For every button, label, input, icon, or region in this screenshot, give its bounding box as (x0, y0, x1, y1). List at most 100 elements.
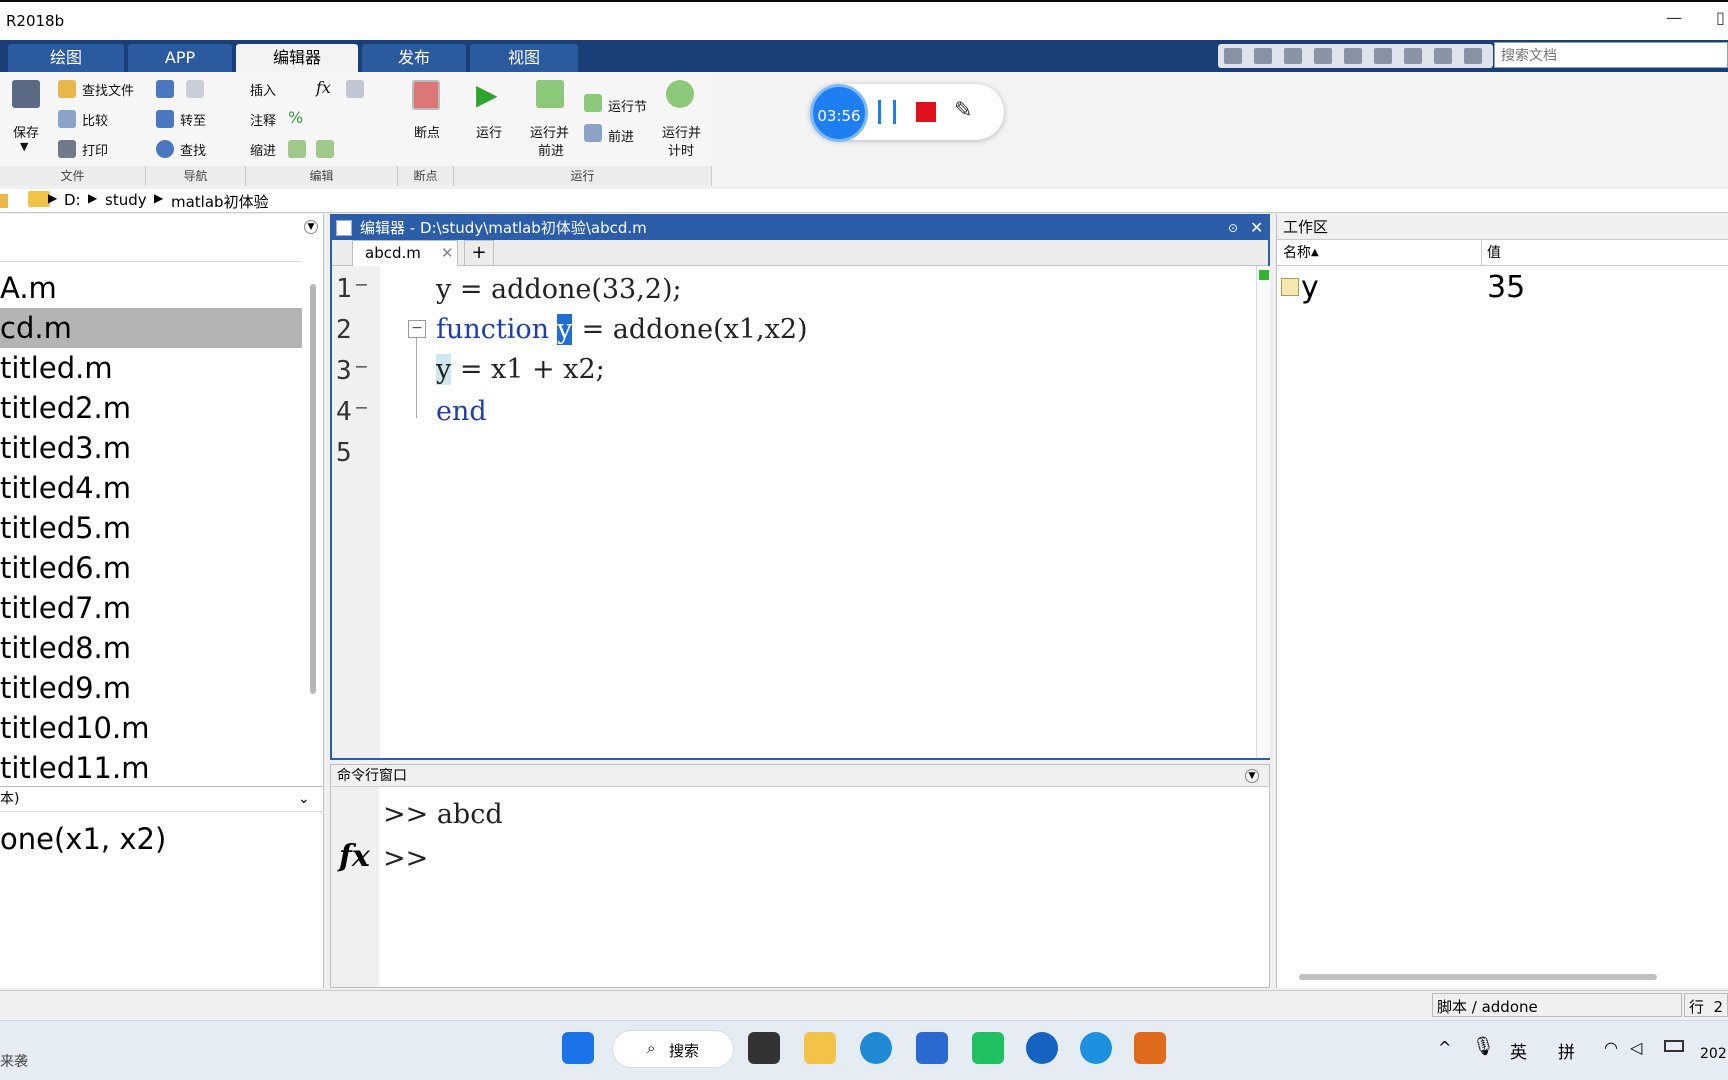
breakpoint-marker[interactable]: — (356, 356, 367, 377)
insert-button[interactable]: 插入 (250, 80, 276, 99)
paste-icon[interactable] (1314, 48, 1332, 64)
goto-icon[interactable] (156, 110, 174, 128)
run-advance-icon[interactable] (536, 80, 564, 108)
cut-icon[interactable] (1254, 48, 1272, 64)
advance-button[interactable]: 前进 (608, 126, 634, 145)
print-icon[interactable] (58, 140, 76, 158)
store-icon[interactable] (916, 1032, 948, 1064)
tab-plots[interactable]: 绘图 (8, 44, 124, 72)
app-icon[interactable] (1026, 1032, 1058, 1064)
run-advance-button[interactable]: 运行并 (530, 122, 569, 141)
tab-editor[interactable]: 编辑器 (236, 44, 358, 72)
maximize-icon[interactable]: ▯ (1716, 8, 1728, 27)
file-item[interactable]: cd.m (0, 308, 302, 348)
file-item[interactable]: titled6.m (0, 548, 302, 588)
breakpoint-marker[interactable]: — (356, 397, 367, 418)
file-item[interactable]: titled8.m (0, 628, 302, 668)
breakpoint-marker[interactable]: — (356, 274, 367, 295)
clock[interactable]: 202 (1700, 1046, 1728, 1062)
battery-icon[interactable] (1664, 1040, 1684, 1052)
path-segment-folder[interactable]: matlab初体验 (171, 191, 269, 212)
ime-pinyin[interactable]: 拼 (1558, 1038, 1575, 1063)
volume-icon[interactable]: ◁ (1630, 1038, 1642, 1057)
run-and-time-icon[interactable] (666, 80, 694, 108)
file-item[interactable]: titled10.m (0, 708, 302, 748)
task-view-icon[interactable] (748, 1032, 780, 1064)
undo-icon[interactable] (1344, 48, 1362, 64)
find-icon[interactable] (156, 140, 174, 158)
run-section-button[interactable]: 运行节 (608, 96, 647, 115)
fold-toggle-icon[interactable]: − (408, 320, 426, 338)
goto-button[interactable]: 转至 (180, 110, 206, 129)
file-item[interactable]: A.m (0, 268, 302, 308)
name-column-header[interactable]: 名称 (1283, 240, 1311, 266)
run-icon[interactable]: ▶ (476, 78, 498, 111)
panel-menu-icon[interactable]: ▼ (304, 220, 318, 234)
stop-icon[interactable] (916, 102, 936, 122)
workspace-hscrollbar[interactable] (1299, 974, 1657, 980)
close-tab-icon[interactable]: ✕ (441, 241, 454, 265)
tab-apps[interactable]: APP (128, 44, 232, 72)
file-item[interactable]: titled2.m (0, 388, 302, 428)
save-icon[interactable] (1224, 48, 1242, 64)
start-icon[interactable] (562, 1032, 594, 1064)
file-item[interactable]: titled7.m (0, 588, 302, 628)
new-tab-button[interactable]: + (464, 240, 494, 266)
microphone-icon[interactable]: 🎙 (1472, 1036, 1495, 1057)
breakpoint-icon[interactable] (412, 80, 440, 110)
workspace-row[interactable]: y 35 (1277, 270, 1728, 306)
file-item[interactable]: titled11.m (0, 748, 302, 783)
save-icon[interactable] (12, 80, 40, 108)
file-item[interactable]: titled.m (0, 348, 302, 388)
indent-button[interactable]: 缩进 (250, 140, 276, 159)
find-files-icon[interactable] (58, 80, 76, 98)
file-item[interactable]: titled5.m (0, 508, 302, 548)
matlab-icon[interactable] (1134, 1032, 1166, 1064)
code-area[interactable]: y = addone(33,2); − function y = addone(… (380, 266, 1256, 758)
file-item[interactable]: titled3.m (0, 428, 302, 468)
file-explorer-icon[interactable] (804, 1032, 836, 1064)
taskbar-news-text[interactable]: 来袭 (0, 1051, 28, 1071)
value-column-header[interactable]: 值 (1487, 240, 1501, 266)
percent-comment-icon[interactable]: % (288, 108, 303, 127)
compare-button[interactable]: 比较 (82, 110, 108, 129)
file-item[interactable]: titled9.m (0, 668, 302, 708)
help-icon[interactable] (1434, 48, 1452, 64)
print-button[interactable]: 打印 (82, 140, 108, 159)
find-button[interactable]: 查找 (180, 140, 206, 159)
pause-icon[interactable] (878, 100, 896, 124)
path-segment-study[interactable]: study (105, 191, 147, 209)
compare-icon[interactable] (58, 110, 76, 128)
fx-icon[interactable]: fx (339, 839, 370, 874)
breakpoints-button[interactable]: 断点 (414, 122, 440, 141)
advance-icon[interactable] (584, 124, 602, 142)
browse-icon[interactable] (0, 194, 8, 208)
indent-icon[interactable] (288, 140, 306, 158)
run-section-icon[interactable] (584, 94, 602, 112)
decrease-indent-icon[interactable] (316, 140, 334, 158)
run-and-time-button[interactable]: 运行并 (662, 122, 701, 141)
editor-menu-icon[interactable]: ⊙ (1228, 216, 1238, 240)
comment-button[interactable]: 注释 (250, 110, 276, 129)
chevron-down-icon[interactable]: ⌄ (298, 787, 310, 811)
wifi-icon[interactable]: ◠ (1604, 1038, 1618, 1057)
taskbar-search[interactable]: ⌕ 搜索 (612, 1030, 734, 1068)
file-tab-abcd[interactable]: abcd.m ✕ (352, 240, 458, 266)
edge-icon[interactable] (860, 1032, 892, 1064)
options-icon[interactable] (1464, 48, 1482, 64)
find-files-button[interactable]: 查找文件 (82, 80, 134, 99)
path-segment-drive[interactable]: D: (64, 191, 81, 209)
fx-button[interactable]: fx (316, 78, 331, 97)
redo-icon[interactable] (1374, 48, 1392, 64)
pen-icon[interactable]: ✎ (954, 98, 972, 123)
tab-publish[interactable]: 发布 (362, 44, 466, 72)
file-item[interactable]: titled4.m (0, 468, 302, 508)
save-button[interactable]: 保存 (13, 122, 39, 141)
minimize-icon[interactable]: — (1666, 8, 1682, 27)
command-menu-icon[interactable]: ▼ (1245, 769, 1259, 783)
forward-icon[interactable] (186, 80, 204, 98)
chevron-up-icon[interactable]: ^ (1438, 1038, 1451, 1057)
ime-english[interactable]: 英 (1510, 1038, 1527, 1063)
back-icon[interactable] (156, 80, 174, 98)
save-dropdown-icon[interactable]: ▼ (20, 140, 28, 153)
